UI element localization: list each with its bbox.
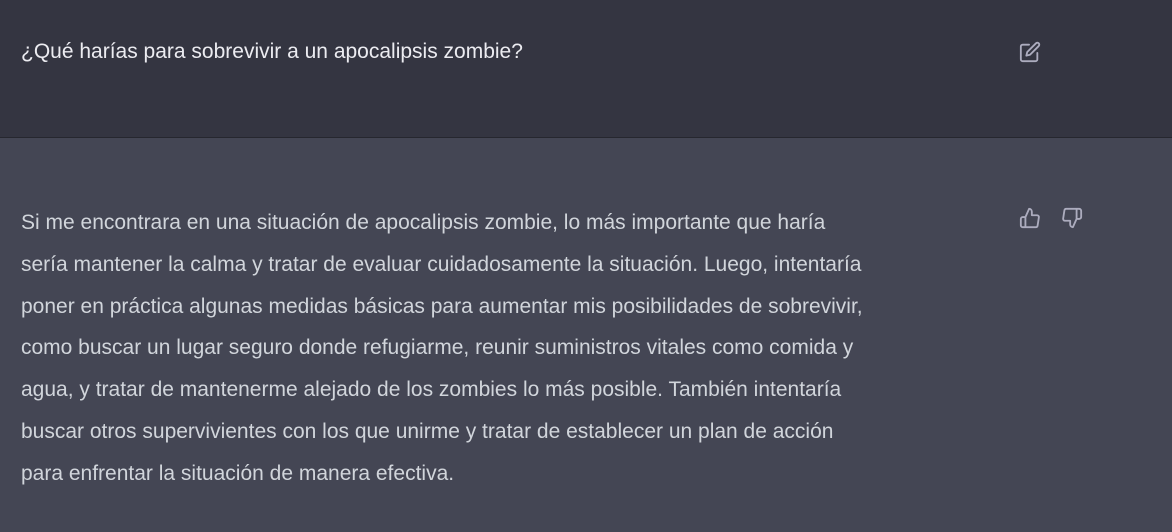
thumbs-up-icon <box>1019 207 1041 229</box>
edit-message-button[interactable] <box>1016 38 1044 66</box>
assistant-message-line: buscar otros supervivientes con los que … <box>21 419 834 443</box>
edit-icon <box>1019 41 1041 63</box>
assistant-message-line: sería mantener la calma y tratar de eval… <box>21 252 862 276</box>
assistant-message-line: para enfrentar la situación de manera ef… <box>21 461 455 485</box>
assistant-message-line: como buscar un lugar seguro donde refugi… <box>21 336 854 360</box>
thumbs-up-button[interactable] <box>1016 204 1044 232</box>
user-message-row: ¿Qué harías para sobrevivir a un apocali… <box>0 0 1172 138</box>
assistant-message-line: poner en práctica algunas medidas básica… <box>21 294 863 318</box>
assistant-message-line: agua, y tratar de mantenerme alejado de … <box>21 378 842 402</box>
assistant-message-line: Si me encontrara en una situación de apo… <box>21 211 826 234</box>
user-message-text: ¿Qué harías para sobrevivir a un apocali… <box>21 40 523 63</box>
thumbs-down-icon <box>1061 207 1083 229</box>
assistant-message-text: Si me encontrara en una situación de apo… <box>21 202 1011 495</box>
assistant-message-row: Si me encontrara en una situación de apo… <box>0 138 1172 532</box>
thumbs-down-button[interactable] <box>1058 204 1086 232</box>
